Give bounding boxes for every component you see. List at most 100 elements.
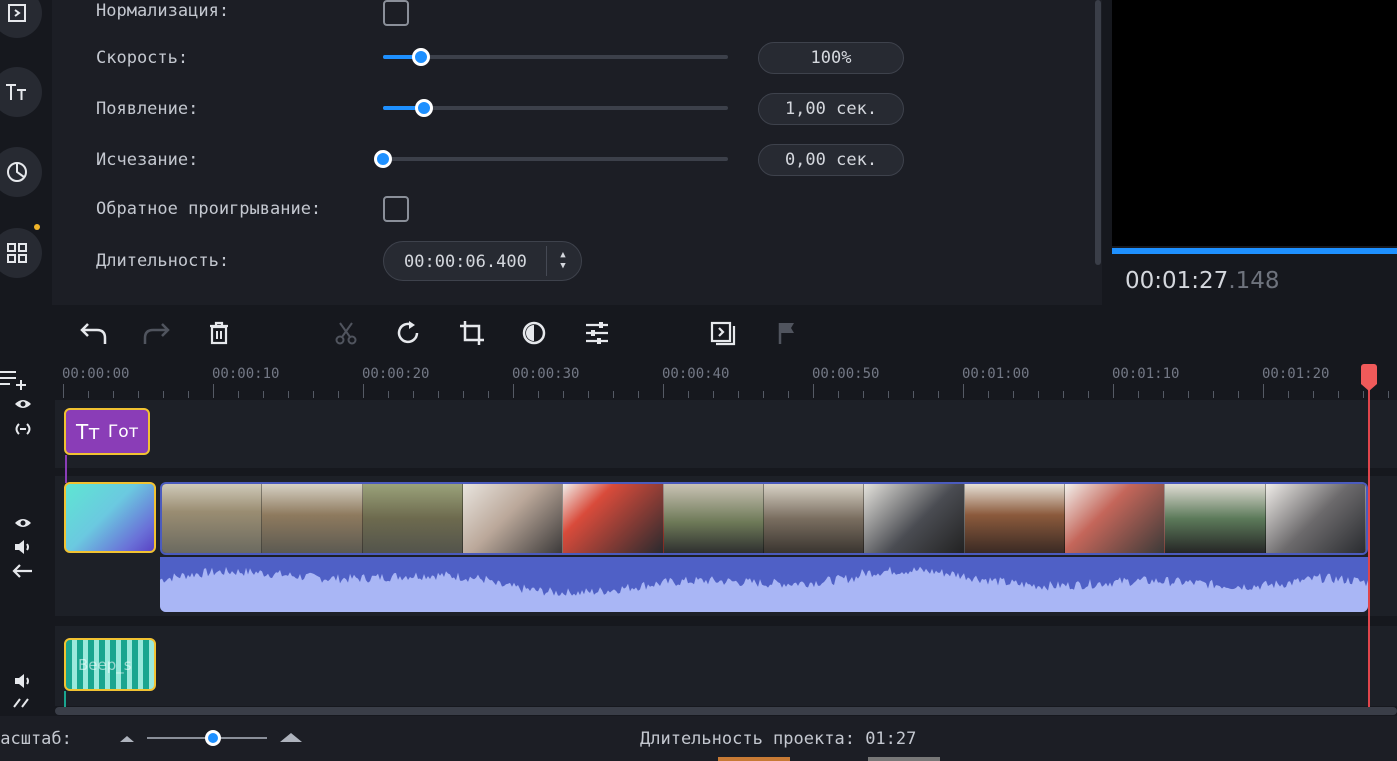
zoom-slider-knob[interactable] [205, 730, 221, 746]
undo-button[interactable] [78, 317, 110, 349]
timecode-ms: .148 [1228, 268, 1280, 294]
ruler-tick [113, 391, 114, 398]
transitions-tool-button[interactable] [0, 0, 42, 38]
preview-screen[interactable] [1112, 0, 1397, 246]
video-thumbnail [964, 484, 1065, 553]
ruler-tick [238, 391, 239, 398]
video-thumbnail [563, 484, 664, 553]
titles-icon [6, 84, 26, 100]
redo-button[interactable] [140, 317, 172, 349]
add-track-icon[interactable] [0, 368, 32, 390]
ruler-tick [563, 391, 564, 398]
ruler-tick [988, 391, 989, 398]
playhead-handle[interactable] [1361, 364, 1377, 391]
ruler-tick [588, 391, 589, 398]
transitions-icon [8, 4, 26, 22]
ruler-tick [738, 391, 739, 398]
duration-label: Длительность: [96, 251, 230, 271]
ruler-tick [1263, 384, 1264, 398]
ruler-tick [138, 391, 139, 398]
insert-button[interactable] [707, 317, 739, 349]
fade-out-slider[interactable] [374, 150, 728, 168]
crop-button[interactable] [456, 317, 488, 349]
fade-in-value-field[interactable]: 1,00 сек. [758, 93, 904, 125]
ruler-tick [1138, 391, 1139, 398]
background-clip[interactable] [64, 482, 156, 553]
video-thumbnail [763, 484, 865, 553]
preview-progress-bar[interactable] [1112, 248, 1397, 254]
speed-slider-knob[interactable] [411, 48, 430, 66]
fade-in-slider[interactable] [383, 99, 728, 117]
fade-in-slider-knob[interactable] [415, 99, 434, 117]
audio-waveform[interactable] [160, 557, 1368, 612]
equalizer-icon [586, 322, 608, 344]
video-thumbnail [1265, 484, 1366, 553]
ruler-tick [438, 391, 439, 398]
track-controls [0, 360, 52, 712]
spin-down-icon[interactable]: ▼ [560, 261, 565, 272]
speed-value-field[interactable]: 100% [758, 42, 904, 74]
music-track[interactable] [55, 626, 1397, 706]
waveform-path [160, 566, 1368, 612]
ruler-tick [188, 391, 189, 398]
duration-value[interactable]: 00:00:06.400 [404, 252, 527, 272]
fade-in-label: Появление: [96, 99, 199, 119]
sticker-icon [7, 162, 27, 182]
ruler-tick [538, 391, 539, 398]
zoom-out-icon[interactable] [120, 736, 134, 742]
status-bar: Масштаб: Длительность проекта: 01:27 [0, 716, 1397, 761]
timeline-toolbar [0, 305, 1397, 360]
cut-button[interactable] [330, 317, 362, 349]
reverse-playback-label: Обратное проигрывание: [96, 199, 322, 219]
fade-out-value-field[interactable]: 0,00 сек. [758, 144, 904, 176]
more-tools-button[interactable] [0, 228, 42, 278]
ruler-tick [388, 391, 389, 398]
clip-properties-button[interactable] [581, 317, 613, 349]
titles-tool-button[interactable] [0, 67, 42, 117]
ruler-label: 00:00:00 [62, 366, 130, 382]
delete-button[interactable] [203, 317, 235, 349]
video-clip[interactable] [160, 482, 1368, 555]
duration-spinner[interactable]: ▲ ▼ [548, 246, 578, 276]
duration-field[interactable]: 00:00:06.400 ▲ ▼ [383, 241, 582, 281]
preview-timecode: 00:01:27.148 [1125, 268, 1280, 294]
color-adjust-button[interactable] [518, 317, 550, 349]
title-track-visibility-icon[interactable] [14, 398, 32, 410]
ruler-tick [288, 391, 289, 398]
fade-out-slider-knob[interactable] [374, 150, 392, 168]
music-track-link-icon[interactable] [12, 696, 32, 708]
music-clip[interactable]: Beep_s [64, 638, 156, 691]
ruler-tick [613, 391, 614, 398]
video-track-volume-icon[interactable] [13, 539, 33, 555]
video-thumbnail [462, 484, 564, 553]
grid-icon [7, 243, 27, 263]
ruler-tick [963, 384, 964, 398]
ruler-tick [488, 391, 489, 398]
rotate-button[interactable] [393, 317, 425, 349]
video-track-visibility-icon[interactable] [14, 517, 32, 529]
add-marker-button[interactable] [770, 317, 802, 349]
delete-icon [210, 321, 228, 345]
zoom-in-icon[interactable] [280, 733, 302, 742]
video-track-arrow-icon[interactable] [12, 564, 34, 578]
ruler-label: 00:01:20 [1262, 366, 1330, 382]
zoom-slider[interactable] [147, 730, 267, 746]
properties-scrollbar[interactable] [1095, 0, 1101, 265]
timeline-horizontal-scrollbar[interactable] [55, 707, 1397, 715]
reverse-playback-checkbox[interactable] [383, 196, 409, 222]
music-track-volume-icon[interactable] [13, 673, 33, 689]
ruler-tick [263, 391, 264, 398]
title-track-link-icon[interactable] [13, 422, 33, 436]
title-clip[interactable]: Тт Гот [64, 408, 150, 455]
timeline-ruler[interactable]: 00:00:00 00:00:10 00:00:20 00:00:30 00:00:40… [55, 360, 1397, 400]
ruler-tick [663, 384, 664, 398]
ruler-tick [1038, 391, 1039, 398]
spin-up-icon[interactable]: ▲ [560, 250, 565, 261]
ruler-label: 00:00:10 [212, 366, 280, 382]
cut-icon [335, 322, 357, 345]
normalization-checkbox[interactable] [383, 0, 409, 26]
speed-slider[interactable] [383, 48, 728, 66]
titles-icon: Тт [76, 419, 100, 444]
title-track[interactable] [55, 400, 1397, 468]
stickers-tool-button[interactable] [0, 147, 42, 197]
